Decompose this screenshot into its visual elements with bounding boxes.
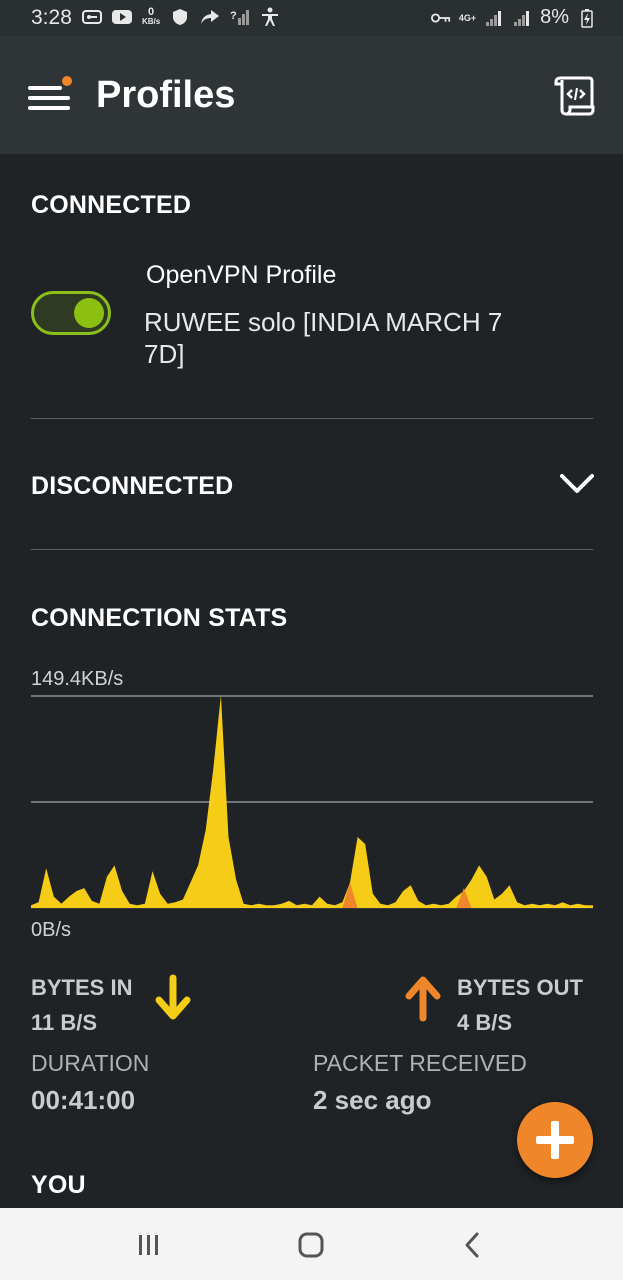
accessibility-icon (260, 7, 280, 27)
notification-dot (62, 76, 72, 86)
no-signal-icon: ? (230, 7, 250, 27)
connection-graph (31, 695, 593, 909)
disconnected-heading[interactable]: DISCONNECTED (31, 472, 233, 501)
packet-received-value: 2 sec ago (313, 1085, 432, 1115)
back-icon (465, 1232, 479, 1258)
packet-received-label: PACKET RECEIVED (313, 1050, 527, 1076)
script-log-button[interactable] (553, 76, 595, 116)
divider (31, 418, 593, 419)
script-icon (554, 76, 595, 116)
expand-disconnected-button[interactable] (559, 472, 595, 496)
signal-icon-2 (512, 8, 532, 28)
status-time: 3:28 (31, 6, 72, 29)
connection-toggle[interactable] (31, 291, 111, 335)
signal-icon-1 (484, 8, 504, 28)
svg-text:?: ? (230, 10, 237, 22)
vpn-key-notification-icon (82, 7, 102, 27)
recent-apps-button[interactable] (134, 1230, 164, 1260)
graph-min-label: 0B/s (31, 919, 72, 941)
arrow-up-icon (405, 976, 441, 1022)
youtube-icon (112, 7, 132, 27)
app-bar: Profiles (0, 36, 623, 154)
shield-icon (170, 7, 190, 27)
network-speed: 0 KB/s (142, 6, 161, 27)
duration-value: 00:41:00 (31, 1085, 136, 1115)
share-arrow-icon (200, 7, 220, 27)
page-title: Profiles (96, 74, 236, 116)
you-heading: YOU (31, 1171, 86, 1199)
network-type: 4G+ (458, 12, 477, 23)
bytes-out-label: BYTES OUT (457, 975, 583, 1000)
add-profile-button[interactable] (517, 1102, 593, 1178)
status-right-icons: 4G+ 8% (430, 6, 597, 29)
battery-charging-icon (577, 8, 597, 28)
key-icon (430, 8, 451, 28)
bytes-in-value: 11 B/S (31, 1010, 98, 1035)
duration-label: DURATION (31, 1050, 150, 1076)
home-icon (298, 1232, 324, 1258)
bytes-in-label: BYTES IN (31, 975, 133, 1000)
profile-type: OpenVPN Profile (146, 261, 337, 289)
home-button[interactable] (296, 1230, 326, 1260)
menu-button[interactable] (28, 76, 72, 112)
system-nav-bar (0, 1208, 623, 1280)
status-bar: 3:28 0 KB/s ? 4G+ 8% (0, 0, 623, 36)
stats-heading: CONNECTION STATS (31, 604, 288, 632)
chevron-down-icon (560, 474, 594, 493)
profile-name[interactable]: RUWEE solo [INDIA MARCH 7 7D] (144, 306, 544, 370)
status-left-icons: 0 KB/s ? (82, 7, 280, 27)
battery-percent: 8% (540, 6, 569, 28)
back-button[interactable] (458, 1230, 488, 1260)
recent-apps-icon (139, 1235, 158, 1255)
toggle-knob (74, 298, 104, 328)
arrow-down-icon (155, 974, 191, 1020)
graph-max-label: 149.4KB/s (31, 668, 124, 690)
divider (31, 549, 593, 550)
bytes-out-value: 4 B/S (457, 1010, 513, 1035)
connected-heading: CONNECTED (31, 191, 192, 219)
